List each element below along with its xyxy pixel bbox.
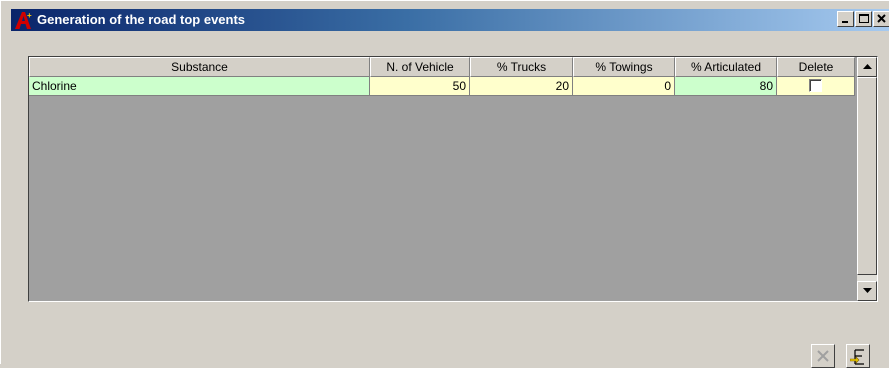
maximize-icon — [859, 14, 869, 23]
arrow-down-icon — [863, 288, 872, 293]
window-title: Generation of the road top events — [37, 12, 246, 27]
cancel-button[interactable] — [811, 344, 835, 368]
title-bar[interactable]: + Generation of the road top events — [11, 9, 889, 31]
table-row[interactable]: Chlorine 50 20 0 80 — [29, 77, 855, 96]
scroll-up-button[interactable] — [857, 57, 877, 77]
grid-header: Substance N. of Vehicle % Trucks % Towin… — [29, 57, 855, 77]
minimize-button[interactable] — [837, 11, 854, 27]
column-header-towings[interactable]: % Towings — [573, 57, 675, 77]
cell-substance[interactable]: Chlorine — [29, 77, 370, 96]
main-window: + Generation of the road top events Subs… — [0, 0, 889, 368]
maximize-button[interactable] — [855, 11, 872, 27]
cell-trucks[interactable]: 20 — [470, 77, 573, 96]
column-header-substance[interactable]: Substance — [29, 57, 370, 77]
cell-delete — [777, 77, 855, 96]
column-header-articulated[interactable]: % Articulated — [675, 57, 777, 77]
app-logo-icon: + — [13, 10, 35, 30]
close-icon — [877, 14, 886, 23]
minimize-icon — [842, 21, 848, 23]
scroll-thumb[interactable] — [857, 77, 877, 275]
generate-button[interactable] — [846, 344, 870, 368]
cell-towings[interactable]: 0 — [573, 77, 675, 96]
close-button[interactable] — [873, 11, 889, 27]
column-header-trucks[interactable]: % Trucks — [470, 57, 573, 77]
cell-articulated[interactable]: 80 — [675, 77, 777, 96]
scroll-down-button[interactable] — [857, 281, 877, 301]
events-grid: Substance N. of Vehicle % Trucks % Towin… — [28, 56, 878, 302]
arrow-up-icon — [863, 64, 872, 69]
cancel-x-icon — [817, 350, 829, 362]
window-controls — [836, 11, 889, 29]
cell-vehicles[interactable]: 50 — [370, 77, 470, 96]
delete-checkbox[interactable] — [809, 79, 822, 92]
svg-text:+: + — [27, 11, 32, 20]
column-header-vehicles[interactable]: N. of Vehicle — [370, 57, 470, 77]
generate-icon — [850, 349, 864, 365]
vertical-scrollbar[interactable] — [857, 57, 877, 301]
column-header-delete[interactable]: Delete — [777, 57, 855, 77]
